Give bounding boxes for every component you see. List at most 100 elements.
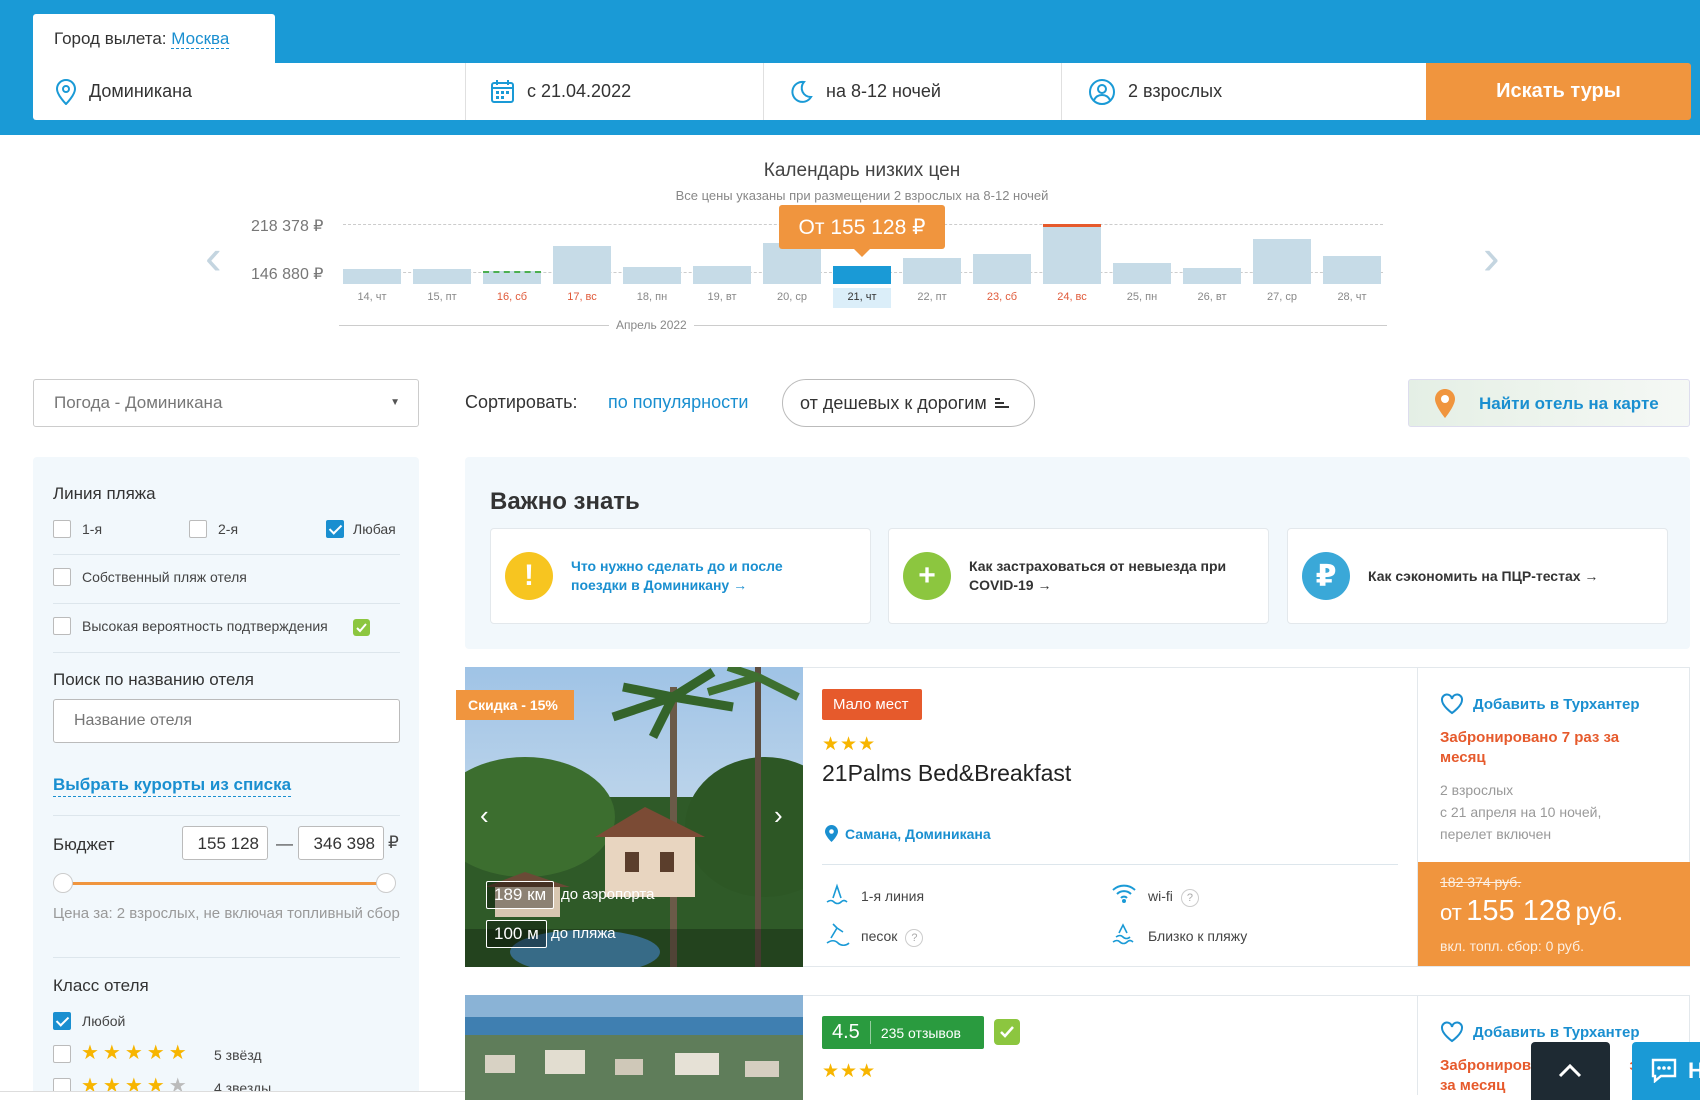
month-axis-line xyxy=(339,325,1387,326)
month-label: Апрель 2022 xyxy=(609,318,694,332)
hotel-name-input[interactable] xyxy=(53,699,400,743)
calendar-day-label[interactable]: 28, чт xyxy=(1323,288,1381,308)
calendar-bar[interactable] xyxy=(903,258,961,284)
photo-prev-arrow[interactable]: ‹ xyxy=(480,800,489,831)
calendar-bar[interactable] xyxy=(413,268,471,284)
budget-max-input[interactable]: 346 398 xyxy=(298,826,384,860)
calendar-day-label[interactable]: 15, пт xyxy=(413,288,471,308)
scroll-to-top-button[interactable] xyxy=(1531,1042,1610,1100)
own-beach-checkbox[interactable] xyxy=(53,568,71,586)
calendar-bar[interactable] xyxy=(343,268,401,284)
price-unit: руб. xyxy=(1575,898,1624,926)
help-icon[interactable]: ? xyxy=(905,929,924,947)
heart-icon xyxy=(1441,1021,1463,1043)
weather-dropdown[interactable]: Погода - Доминикана ▼ xyxy=(33,379,419,427)
date-field[interactable]: с 21.04.2022 xyxy=(466,63,764,120)
budget-min-input[interactable]: 155 128 xyxy=(182,826,268,860)
price-value: 155 128 xyxy=(1466,895,1572,927)
info-card[interactable]: ₽ Как сэкономить на ПЦР-тестах → xyxy=(1287,528,1668,624)
add-to-favorites-link[interactable]: Добавить в Турхантер xyxy=(1473,696,1640,713)
info-card[interactable]: + Как застраховаться от невыезда при COVI… xyxy=(888,528,1269,624)
tour-tourists: 2 взрослых xyxy=(1440,782,1514,798)
sort-popularity-link[interactable]: по популярности xyxy=(608,392,748,413)
calendar-bar[interactable] xyxy=(483,271,541,284)
calendar-bar[interactable] xyxy=(553,245,611,284)
nights-field[interactable]: на 8-12 ночей xyxy=(764,63,1062,120)
calendar-day-label[interactable]: 18, пн xyxy=(623,288,681,308)
location-pin-icon xyxy=(825,825,838,842)
calendar-bar[interactable] xyxy=(623,267,681,284)
calendar-prev-arrow[interactable]: ‹ xyxy=(205,232,222,282)
rating-badge[interactable]: 4.5 235 отзывов xyxy=(822,1016,984,1049)
calendar-bar[interactable] xyxy=(693,265,751,284)
beach-line-2-checkbox[interactable] xyxy=(189,520,207,538)
hotel-name[interactable]: 21Palms Bed&Breakfast xyxy=(822,760,1071,787)
budget-slider-max-handle[interactable] xyxy=(376,873,396,893)
divider xyxy=(822,864,1398,865)
calendar-bar[interactable] xyxy=(1323,255,1381,284)
sort-price-button[interactable]: от дешевых к дорогим xyxy=(782,379,1035,427)
help-icon[interactable]: ? xyxy=(1180,889,1199,907)
search-tours-button[interactable]: Искать туры xyxy=(1426,63,1691,120)
tourists-field[interactable]: 2 взрослых xyxy=(1062,63,1427,120)
class-any-label: Любой xyxy=(82,1013,126,1029)
calendar-day-label[interactable]: 20, ср xyxy=(763,288,821,308)
hotel-location-link[interactable]: Самана, Доминикана xyxy=(845,826,991,842)
calendar-day-label[interactable]: 17, вс xyxy=(553,288,611,308)
calendar-bar[interactable] xyxy=(1043,224,1101,284)
divider xyxy=(53,652,400,653)
add-to-favorites-link[interactable]: Добавить в Турхантер xyxy=(1473,1024,1640,1041)
five-stars-icon: ★★★★★ xyxy=(81,1042,191,1064)
beach-line-1-checkbox[interactable] xyxy=(53,520,71,538)
hotel-stars-icon: ★★★ xyxy=(822,734,877,755)
calendar-day-label[interactable]: 19, вт xyxy=(693,288,751,308)
verified-check-icon xyxy=(353,619,370,636)
info-card[interactable]: ! Что нужно сделать до и после поездки в … xyxy=(490,528,871,624)
calendar-day-label[interactable]: 25, пн xyxy=(1113,288,1171,308)
divider xyxy=(53,957,400,958)
calendar-bar[interactable] xyxy=(833,266,891,284)
tour-dates: с 21 апреля на 10 ночей, xyxy=(1440,804,1602,820)
chat-icon xyxy=(1651,1058,1677,1083)
divider xyxy=(53,554,400,555)
hotel-photo-image xyxy=(465,995,803,1100)
hotel-photo[interactable] xyxy=(465,995,803,1100)
find-on-map-label: Найти отель на карте xyxy=(1479,394,1659,413)
calendar-bar[interactable] xyxy=(973,253,1031,284)
calendar-day-label[interactable]: 27, ср xyxy=(1253,288,1311,308)
calendar-day-label[interactable]: 23, сб xyxy=(973,288,1031,308)
class-any-checkbox[interactable] xyxy=(53,1012,71,1030)
beach-line-2-label: 2-я xyxy=(218,521,239,537)
price-block[interactable]: 182 374 руб. от 155 128 руб. вкл. топл. … xyxy=(1418,862,1690,966)
calendar-day-label[interactable]: 21, чт xyxy=(833,288,891,308)
photo-next-arrow[interactable]: › xyxy=(774,800,783,831)
divider xyxy=(53,603,400,604)
high-confirm-checkbox[interactable] xyxy=(53,617,71,635)
map-pin-icon xyxy=(1435,389,1455,418)
calendar-bar[interactable] xyxy=(1183,267,1241,284)
weather-dropdown-label: Погода - Доминикана xyxy=(54,393,223,412)
budget-currency: ₽ xyxy=(388,833,399,852)
departure-city-label: Город вылета: xyxy=(54,29,167,48)
calendar-next-arrow[interactable]: › xyxy=(1483,232,1500,282)
search-bar: Доминикана с 21.04.2022 на 8-12 ночей 2 … xyxy=(33,63,1427,120)
budget-slider-min-handle[interactable] xyxy=(53,873,73,893)
choose-resorts-link[interactable]: Выбрать курорты из списка xyxy=(53,775,292,797)
find-on-map-button[interactable]: Найти отель на карте xyxy=(1408,379,1690,427)
calendar-bar[interactable] xyxy=(1253,239,1311,284)
chat-button[interactable]: Н xyxy=(1632,1042,1700,1100)
calendar-day-label[interactable]: 24, вс xyxy=(1043,288,1101,308)
destination-field[interactable]: Доминикана xyxy=(33,63,466,120)
divider xyxy=(53,815,400,816)
calendar-bar[interactable] xyxy=(763,243,821,284)
calendar-day-label[interactable]: 26, вт xyxy=(1183,288,1241,308)
calendar-day-label[interactable]: 14, чт xyxy=(343,288,401,308)
beach-line-any-checkbox[interactable] xyxy=(326,520,344,538)
near-beach-icon xyxy=(1112,923,1134,945)
calendar-title: Календарь низких цен xyxy=(763,160,961,181)
calendar-day-label[interactable]: 16, сб xyxy=(483,288,541,308)
class-5-checkbox[interactable] xyxy=(53,1045,71,1063)
calendar-bar[interactable] xyxy=(1113,262,1171,284)
departure-city-link[interactable]: Москва xyxy=(171,29,230,49)
calendar-day-label[interactable]: 22, пт xyxy=(903,288,961,308)
